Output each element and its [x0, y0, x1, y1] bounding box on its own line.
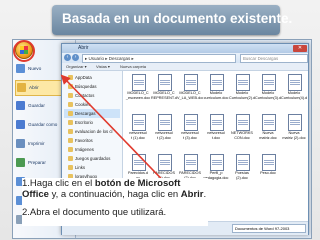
file-item[interactable]: netvoresul t (1).doc — [125, 113, 151, 153]
word-document-icon — [210, 114, 224, 131]
file-item[interactable]: ModeloCurriculum(3).doc — [255, 73, 281, 113]
word-document-icon — [132, 154, 146, 171]
prepare-icon — [16, 158, 25, 167]
step-1: 1.Haga clic en el botón de Microsoft Off… — [22, 178, 207, 200]
file-item[interactable]: Nueva matriz (2).doc — [281, 113, 307, 153]
nav-item-links[interactable]: Links — [64, 163, 120, 172]
nav-item-busquedas[interactable]: Búsquedas — [64, 82, 120, 91]
nav-item-cookies[interactable]: Cookies — [64, 100, 120, 109]
file-item[interactable]: MODELO_C V_LA_WEB.doc — [177, 73, 203, 113]
slide: Basada en un documento existente. Nuevo … — [0, 0, 320, 240]
nav-item-descargas[interactable]: Descargas — [64, 109, 120, 118]
folder-icon — [68, 75, 73, 80]
nav-item-juegos[interactable]: Juegos guardados — [64, 154, 120, 163]
search-input[interactable]: Buscar Descargas — [240, 54, 308, 63]
save-as-icon — [16, 120, 25, 129]
folder-icon — [68, 102, 73, 107]
word-document-icon — [236, 74, 250, 91]
nav-item-imagenes[interactable]: Imágenes — [64, 145, 120, 154]
back-button[interactable]: ‹ — [64, 54, 71, 61]
step-1-bold-abrir: Abrir — [180, 189, 204, 200]
file-item[interactable]: Peso.doc — [255, 153, 281, 193]
folder-icon — [68, 138, 73, 143]
file-item[interactable]: Modelo curriculum.doc — [203, 73, 229, 113]
word-document-icon — [184, 74, 198, 91]
nav-item-contactos[interactable]: Contactos — [64, 91, 120, 100]
file-item[interactable]: ModeloCurriculum(2).doc — [229, 73, 255, 113]
word-document-icon — [132, 74, 146, 91]
file-item[interactable]: netvoresul t (2).doc — [151, 113, 177, 153]
word-document-icon — [158, 74, 172, 91]
word-document-icon — [262, 154, 276, 171]
address-bar: ‹ › ▸ Usuario ▸ Descargas ▸ Buscar Desca… — [62, 53, 308, 63]
step-2: 2.Abra el documento que utilizará. — [22, 207, 167, 218]
slide-title: Basada en un documento existente. — [62, 11, 293, 26]
views-menu[interactable]: Vistas ▾ — [96, 64, 110, 69]
folder-icon — [68, 156, 73, 161]
file-item[interactable]: Poesías (2).doc — [229, 153, 255, 193]
folder-icon — [68, 147, 73, 152]
file-type-select[interactable]: Documentos de Word 97-2003 — [232, 224, 306, 233]
word-document-icon — [210, 154, 224, 171]
forward-button[interactable]: › — [72, 54, 79, 61]
file-item[interactable]: Nueva matriz.doc — [255, 113, 281, 153]
dialog-title-bar: Abrir ✕ — [62, 44, 308, 53]
save-icon — [16, 101, 25, 110]
instructions-caption: 1.Haga clic en el botón de Microsoft Off… — [22, 178, 208, 226]
word-document-icon — [210, 74, 224, 91]
folder-icon — [68, 93, 73, 98]
dialog-close-button[interactable]: ✕ — [293, 45, 307, 52]
nav-item-escritorio[interactable]: Escritorio — [64, 118, 120, 127]
organize-menu[interactable]: Organizar ▾ — [66, 64, 87, 69]
folder-icon — [68, 120, 73, 125]
word-document-icon — [288, 74, 302, 91]
nav-item-appdata[interactable]: AppData — [64, 73, 120, 82]
file-item[interactable]: MODELO_CREPRESENT.doc — [151, 73, 177, 113]
slide-title-bar: Basada en un documento existente. — [52, 5, 292, 35]
folder-icon — [68, 165, 73, 170]
word-document-icon — [184, 114, 198, 131]
word-document-icon — [184, 154, 198, 171]
office-button-highlight-ring — [13, 40, 35, 62]
file-item[interactable]: NETWORKS CON.doc — [229, 113, 255, 153]
dialog-toolbar: Organizar ▾ Vistas ▾ Nueva carpeta — [62, 63, 308, 71]
word-document-icon — [262, 114, 276, 131]
word-document-icon — [158, 154, 172, 171]
nav-item-favoritos[interactable]: Favoritos — [64, 136, 120, 145]
dialog-title: Abrir — [78, 45, 89, 51]
folder-icon — [68, 84, 73, 89]
path-field[interactable]: ▸ Usuario ▸ Descargas ▸ — [82, 54, 236, 63]
word-document-icon — [236, 114, 250, 131]
folder-icon — [68, 129, 73, 134]
new-folder-button[interactable]: Nueva carpeta — [120, 64, 146, 69]
word-document-icon — [132, 114, 146, 131]
word-document-icon — [236, 154, 250, 171]
file-item[interactable]: netvoresul t.doc — [203, 113, 229, 153]
nav-item-evaluacion[interactable]: evaluacion de los cl — [64, 127, 120, 136]
new-document-icon — [16, 64, 25, 73]
word-document-icon — [288, 114, 302, 131]
word-document-icon — [262, 74, 276, 91]
print-icon — [16, 139, 25, 148]
open-folder-icon — [17, 83, 26, 92]
file-item[interactable]: MODELO_C _escewen.doc — [125, 73, 151, 113]
folder-icon — [68, 111, 73, 116]
word-document-icon — [158, 114, 172, 131]
file-item[interactable]: ModeloCurriculum(4).doc — [281, 73, 307, 113]
file-item[interactable]: netvoresul t (3).doc — [177, 113, 203, 153]
